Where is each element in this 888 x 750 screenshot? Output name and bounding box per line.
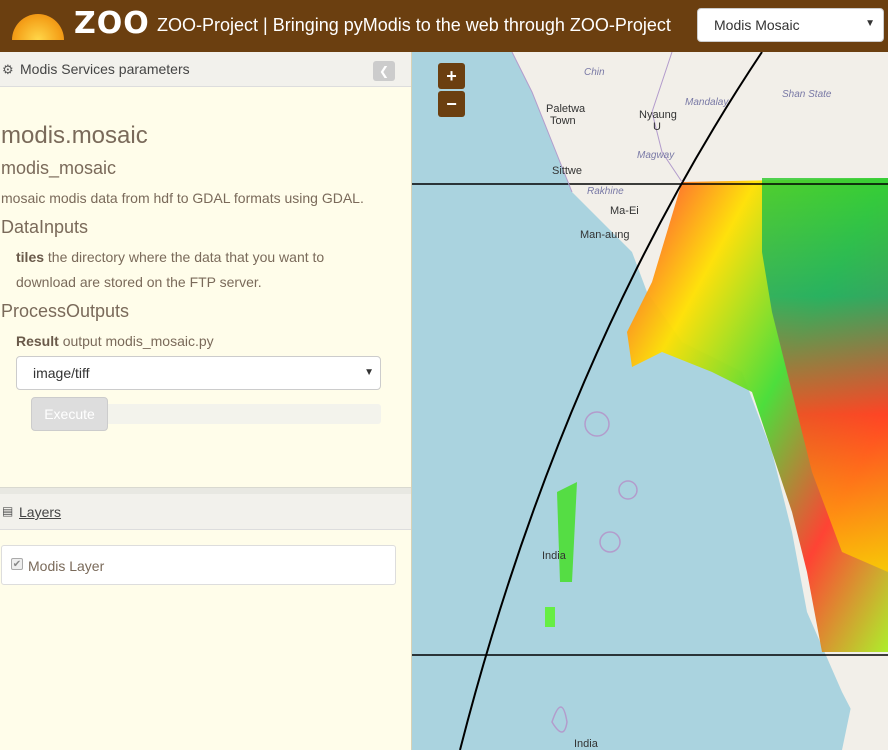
chevron-left-icon: ❮ bbox=[378, 64, 390, 78]
map-view[interactable]: + − Chin Mandalay Shan State Paletwa Tow… bbox=[412, 52, 888, 750]
island-outline bbox=[584, 411, 610, 437]
process-name: modis.mosaic bbox=[1, 122, 148, 149]
input-tiles: tiles the directory where the data that … bbox=[16, 245, 346, 295]
chevron-down-icon: ▼ bbox=[865, 18, 875, 29]
map-label-town: Town bbox=[550, 115, 576, 127]
list-icon: ▤ bbox=[2, 504, 14, 518]
zoom-in-button[interactable]: + bbox=[438, 63, 465, 89]
outputs-heading: ProcessOutputs bbox=[1, 301, 130, 321]
logo-text: ZOO bbox=[74, 6, 150, 41]
process-description: mosaic modis data from hdf to GDAL forma… bbox=[1, 190, 364, 206]
process-id: modis_mosaic bbox=[1, 158, 117, 178]
layers-heading-title[interactable]: Layers bbox=[19, 504, 61, 520]
output-format-value: image/tiff bbox=[33, 365, 90, 381]
panel-heading-title: Modis Services parameters bbox=[20, 61, 190, 77]
inputs-heading: DataInputs bbox=[1, 217, 89, 237]
zoo-logo[interactable]: ZOO bbox=[12, 6, 149, 44]
progress-bar bbox=[104, 404, 381, 424]
map-label-shan-state: Shan State bbox=[782, 89, 832, 100]
output-name: Result bbox=[16, 333, 59, 349]
page-title: ZOO-Project | Bringing pyModis to the we… bbox=[157, 15, 671, 35]
map-label-chin: Chin bbox=[584, 67, 605, 78]
map-label-mandalay: Mandalay bbox=[685, 97, 729, 108]
chevron-down-icon: ▼ bbox=[364, 367, 374, 378]
map-label-india: India bbox=[542, 550, 566, 562]
output-description: output modis_mosaic.py bbox=[62, 333, 214, 349]
panel-heading: ⚙ Modis Services parameters ❮ bbox=[0, 52, 411, 87]
collapse-panel-button[interactable]: ❮ bbox=[373, 61, 395, 81]
map-label-man-aung: Man-aung bbox=[580, 229, 630, 241]
panel-divider[interactable] bbox=[0, 487, 411, 494]
layer-checkbox[interactable]: ✔ bbox=[11, 558, 23, 570]
zoom-out-button[interactable]: − bbox=[438, 91, 465, 117]
map-label-u: U bbox=[653, 121, 661, 133]
top-header: ZOO ZOO-Project | Bringing pyModis to th… bbox=[0, 0, 888, 52]
map-label-paletwa: Paletwa bbox=[546, 103, 586, 115]
map-label-india: India bbox=[574, 738, 598, 750]
output-format-select[interactable]: image/tiff ▼ bbox=[16, 356, 381, 390]
map-label-nyaung: Nyaung bbox=[639, 109, 677, 121]
gears-icon: ⚙ bbox=[2, 62, 14, 77]
input-name: tiles bbox=[16, 249, 45, 265]
map-label-sittwe: Sittwe bbox=[552, 165, 582, 177]
island-outline bbox=[618, 480, 638, 500]
map-label-rakhine: Rakhine bbox=[587, 186, 624, 197]
execute-button[interactable]: Execute bbox=[31, 397, 108, 431]
map-label-ma-ei: Ma-Ei bbox=[610, 205, 639, 217]
service-select-value: Modis Mosaic bbox=[714, 17, 800, 33]
parameters-panel: ⚙ Modis Services parameters ❮ modis.mosa… bbox=[0, 52, 412, 750]
input-description: the directory where the data that you wa… bbox=[16, 249, 325, 290]
map-label-magway: Magway bbox=[637, 150, 675, 161]
layer-list: ✔ Modis Layer bbox=[1, 545, 396, 585]
island-outline bbox=[599, 531, 621, 553]
output-result: Result output modis_mosaic.py bbox=[16, 333, 214, 349]
layer-label: Modis Layer bbox=[28, 558, 105, 574]
modis-raster-islands bbox=[557, 482, 577, 582]
modis-raster-islands bbox=[545, 607, 555, 627]
layers-heading[interactable]: ▤ Layers bbox=[0, 494, 411, 530]
service-select[interactable]: Modis Mosaic ▼ bbox=[697, 8, 884, 42]
island-outline bbox=[551, 706, 568, 733]
sun-logo-icon bbox=[12, 14, 64, 40]
